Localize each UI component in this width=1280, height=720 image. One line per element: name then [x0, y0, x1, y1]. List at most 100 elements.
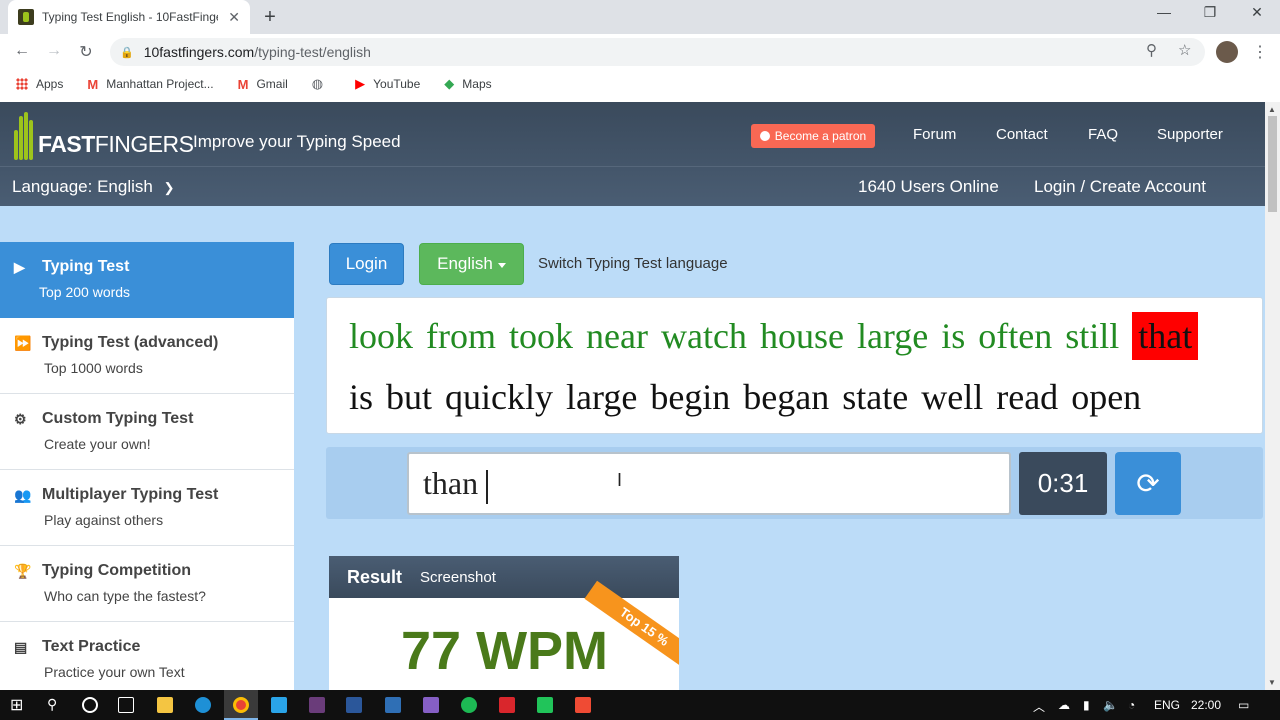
tab-close-button[interactable]: ✕	[228, 9, 240, 26]
bookmark-youtube[interactable]: ▶ YouTube	[355, 76, 420, 92]
words-line-1: look from took near watch house large is often st…	[349, 306, 1262, 367]
word-correct: watch	[660, 316, 747, 356]
word-correct: is	[941, 316, 966, 356]
restore-button[interactable]: ❐	[1187, 4, 1233, 21]
nav-contact[interactable]: Contact	[996, 126, 1048, 143]
countdown-timer: 0:31	[1019, 452, 1107, 515]
word-icon[interactable]	[346, 697, 362, 713]
clock[interactable]: 22:00	[1191, 698, 1221, 712]
words-line-2: is but quickly large begin began state well read…	[349, 367, 1262, 428]
url-text: 10fastfingers.com/typing-test/english	[143, 44, 371, 60]
patreon-icon	[759, 131, 770, 141]
forward-button[interactable]: →	[42, 42, 66, 60]
gmail-icon: M	[87, 76, 99, 92]
gmail-icon: M	[237, 76, 249, 92]
edge-icon[interactable]	[195, 697, 211, 713]
spotify-icon[interactable]	[461, 697, 477, 713]
new-tab-button[interactable]: +	[258, 6, 282, 29]
word-upcoming: began	[743, 377, 830, 417]
scroll-up-arrow-icon[interactable]: ▲	[1268, 105, 1276, 114]
lock-icon: 🔒	[120, 46, 134, 59]
bookmark-globe[interactable]: ◍	[312, 76, 331, 92]
sidebar-item-typing-test[interactable]: ▶ Typing Test Top 200 words	[0, 242, 294, 318]
app-icon[interactable]	[309, 697, 325, 713]
address-bar[interactable]: 🔒 10fastfingers.com/typing-test/english	[110, 38, 1205, 66]
nav-supporter[interactable]: Supporter	[1157, 126, 1223, 143]
login-button[interactable]: Login	[329, 243, 404, 285]
bookmark-gmail[interactable]: M Gmail	[238, 77, 288, 92]
page-content: 10FASTFINGERS Improve your Typing Speed …	[0, 102, 1265, 690]
bookmark-star-icon[interactable]: ☆	[1178, 41, 1191, 59]
profile-avatar[interactable]	[1216, 41, 1238, 63]
sidebar-item-text-practice[interactable]: ▤ Text Practice Practice your own Text	[0, 622, 294, 690]
fast-forward-icon: ⏩	[14, 334, 32, 351]
maps-icon: ◆	[444, 76, 455, 91]
globe-icon: ◍	[311, 76, 324, 91]
bookmark-maps[interactable]: ◆ Maps	[444, 76, 491, 92]
word-upcoming: well	[921, 377, 984, 417]
chrome-icon[interactable]	[233, 697, 249, 713]
bookmark-manhattan[interactable]: M Manhattan Project...	[87, 77, 213, 92]
word-correct: still	[1065, 316, 1120, 356]
result-header: Result Screenshot	[329, 556, 679, 598]
wpm-value: 77 WPM	[401, 621, 609, 681]
cortana-icon[interactable]	[82, 697, 98, 713]
scroll-thumb[interactable]	[1268, 116, 1277, 212]
sidebar-item-competition[interactable]: 🏆 Typing Competition Who can type the fas…	[0, 546, 294, 622]
login-create-account-link[interactable]: Login / Create Account	[1034, 177, 1206, 197]
menu-kebab-icon[interactable]: ⋮	[1252, 42, 1268, 62]
tray-chevron-icon[interactable]: ︿	[1033, 698, 1045, 715]
reload-page-button[interactable]: ↻	[74, 42, 98, 62]
nav-faq[interactable]: FAQ	[1088, 126, 1118, 143]
minimize-button[interactable]: —	[1141, 4, 1187, 20]
language-selector[interactable]: Language: English ❯	[12, 177, 174, 197]
notifications-icon[interactable]: ▭	[1238, 698, 1249, 712]
become-patron-button[interactable]: Become a patron	[751, 124, 875, 148]
restart-test-button[interactable]: ⟳	[1115, 452, 1181, 515]
camtasia-icon[interactable]	[537, 697, 553, 713]
bookmark-apps[interactable]: Apps	[16, 77, 63, 91]
nav-forum[interactable]: Forum	[913, 126, 956, 143]
youtube-icon: ▶	[355, 76, 366, 91]
microphone-icon[interactable]: ▮	[1083, 698, 1090, 712]
site-header: 10FASTFINGERS Improve your Typing Speed …	[0, 102, 1265, 206]
file-explorer-icon[interactable]	[157, 697, 173, 713]
sidebar-item-custom-typing-test[interactable]: ⚙ Custom Typing Test Create your own!	[0, 394, 294, 470]
network-icon[interactable]: ◔	[1128, 698, 1135, 712]
typing-input[interactable]: than	[407, 452, 1011, 515]
word-correct: often	[978, 316, 1053, 356]
document-icon: ▤	[14, 638, 28, 655]
screenshot-link[interactable]: Screenshot	[420, 569, 496, 586]
sidebar-item-multiplayer[interactable]: 👥 Multiplayer Typing Test Play against ot…	[0, 470, 294, 546]
sidebar-item-typing-test-advanced[interactable]: ⏩ Typing Test (advanced) Top 1000 words	[0, 318, 294, 394]
input-language[interactable]: ENG	[1154, 698, 1180, 712]
scroll-down-arrow-icon[interactable]: ▼	[1268, 678, 1276, 687]
word-correct: house	[759, 316, 844, 356]
close-window-button[interactable]: ✕	[1234, 4, 1280, 21]
word-correct: large	[856, 316, 929, 356]
back-button[interactable]: ←	[10, 42, 34, 60]
word-upcoming: begin	[650, 377, 731, 417]
caret-down-icon	[497, 262, 506, 268]
app-icon[interactable]	[575, 697, 591, 713]
search-icon[interactable]: ⚲	[47, 696, 63, 712]
visual-studio-icon[interactable]	[423, 697, 439, 713]
app-icon[interactable]	[385, 697, 401, 713]
language-dropdown-button[interactable]: English	[419, 243, 524, 285]
word-upcoming: quickly	[445, 377, 554, 417]
word-correct: took	[509, 316, 574, 356]
onedrive-icon[interactable]: ☁	[1058, 698, 1070, 712]
zoom-icon[interactable]: ⚲	[1146, 41, 1157, 59]
site-tagline: Improve your Typing Speed	[193, 132, 401, 151]
text-cursor	[486, 469, 489, 504]
acrobat-icon[interactable]	[499, 697, 515, 713]
browser-tab[interactable]: Typing Test English - 10FastFingers ✕	[8, 0, 250, 34]
users-online: 1640 Users Online	[858, 177, 999, 196]
task-view-icon[interactable]	[118, 697, 134, 713]
word-correct: from	[426, 316, 496, 356]
windows-start-icon[interactable]: ⊞	[10, 695, 26, 714]
page-scrollbar[interactable]: ▲ ▼	[1265, 102, 1280, 690]
app-icon[interactable]	[271, 697, 287, 713]
volume-icon[interactable]: 🔈	[1103, 698, 1118, 712]
site-logo[interactable]: 10FASTFINGERS	[14, 110, 194, 160]
